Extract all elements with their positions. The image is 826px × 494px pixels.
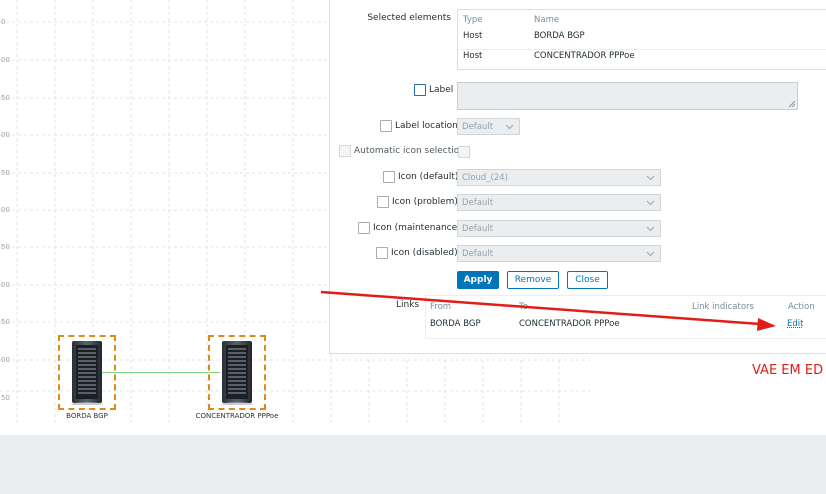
map-editor-screen: 0 00 50 00 50 00 50 00 50 00 50 BORDA BG… [0,0,826,494]
annotation-arrow [320,290,776,331]
annotation-text: VAE EM ED [752,363,824,378]
